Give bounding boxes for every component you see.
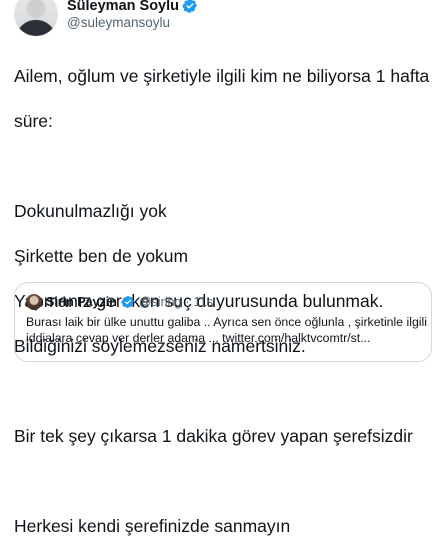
separator-dot: · — [185, 295, 190, 309]
author-avatar[interactable] — [14, 0, 58, 36]
author-handle[interactable]: @suleymansoylu — [67, 15, 170, 30]
tweet-header: Süleyman Soylu @suleymansoylu — [14, 0, 434, 36]
quoted-tweet-body: Burası laik bir ülke unuttu galiba .. Ay… — [26, 315, 428, 346]
tweet-line: Şirkette ben de yokum — [14, 245, 189, 266]
author-name-row[interactable]: Süleyman Soylu — [67, 0, 198, 15]
tweet-line: Herkesi kendi şerefinizde sanmayın — [14, 515, 291, 536]
quoted-author-avatar — [26, 294, 42, 310]
tweet-line: Dokunulmazlığı yok — [14, 200, 167, 221]
quoted-tweet-line: iddialara cevap ver derler adama ... twi… — [26, 330, 371, 345]
tweet-line: süre: — [14, 110, 53, 131]
tweet-line: Ailem, oğlum ve şirketiyle ilgili kim ne… — [14, 65, 430, 86]
quoted-author-name: Sirin Payzin — [46, 295, 117, 309]
quoted-tweet-line: Burası laik bir ülke unuttu galiba .. Ay… — [26, 315, 428, 329]
quoted-tweet-header: Sirin Payzin @siring · 11s — [26, 294, 213, 310]
verified-badge-icon — [182, 0, 197, 13]
quoted-tweet-time: 11s — [193, 295, 213, 309]
verified-badge-icon — [121, 296, 134, 308]
author-display-name[interactable]: Süleyman Soylu — [67, 0, 179, 14]
quoted-author-handle: @siring — [138, 295, 182, 309]
quoted-tweet[interactable]: Sirin Payzin @siring · 11s Burası laik b… — [14, 282, 432, 362]
tweet-line: Bir tek şey çıkarsa 1 dakika görev yapan… — [14, 425, 413, 446]
